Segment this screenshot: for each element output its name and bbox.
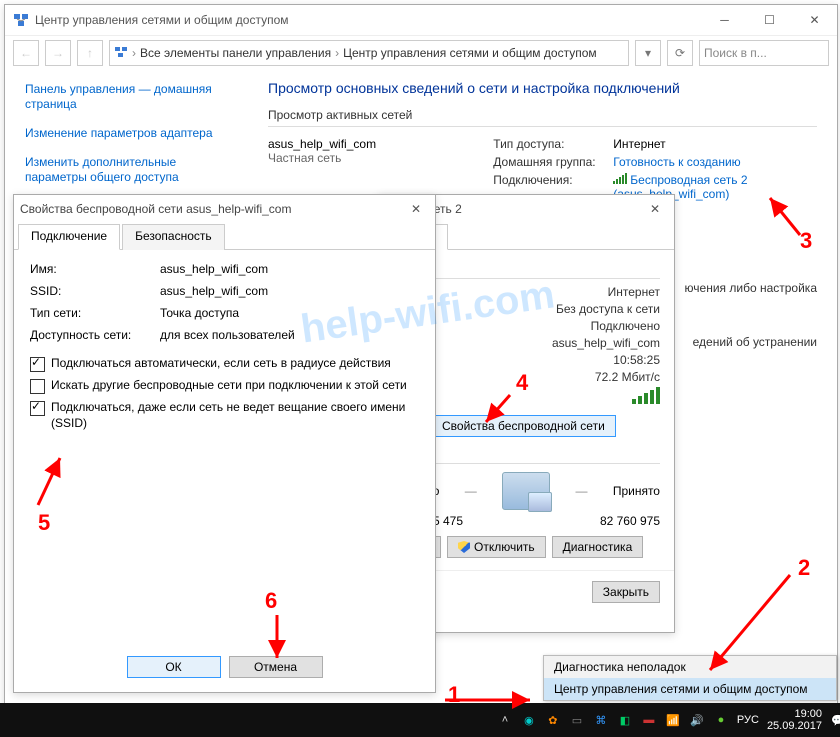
sidebar-link-home[interactable]: Панель управления — домашняя страница bbox=[25, 82, 230, 112]
availability-label: Доступность сети: bbox=[30, 328, 160, 342]
sidebar-link-adapter[interactable]: Изменение параметров адаптера bbox=[25, 126, 230, 141]
wifi-signal-icon bbox=[613, 173, 627, 184]
cancel-button[interactable]: Отмена bbox=[229, 656, 323, 678]
tray-volume-icon[interactable]: 🔊 bbox=[689, 712, 705, 728]
tray-language[interactable]: РУС bbox=[737, 714, 759, 726]
tray-app-icon[interactable]: ● bbox=[713, 712, 729, 728]
close-button[interactable]: Закрыть bbox=[592, 581, 660, 603]
duration-value: 10:58:25 bbox=[613, 353, 660, 367]
disable-button[interactable]: Отключить bbox=[447, 536, 546, 558]
dialog-title: Свойства беспроводной сети asus_help-wif… bbox=[20, 202, 403, 216]
maximize-button[interactable]: ☐ bbox=[747, 5, 792, 35]
media-state: Подключено bbox=[591, 319, 660, 333]
page-heading: Просмотр основных сведений о сети и наст… bbox=[268, 80, 817, 96]
tray-notifications-icon[interactable]: 💬 bbox=[830, 712, 840, 728]
signal-quality-icon bbox=[632, 387, 660, 404]
ssid-value: asus_help_wifi_com bbox=[160, 284, 419, 298]
tray-app-icon[interactable]: ◉ bbox=[521, 712, 537, 728]
history-dropdown[interactable]: ▾ bbox=[635, 40, 661, 66]
tab-connection[interactable]: Подключение bbox=[18, 224, 120, 250]
window-title: Центр управления сетями и общим доступом bbox=[35, 13, 702, 27]
availability-value: для всех пользователей bbox=[160, 328, 419, 342]
monitors-icon bbox=[502, 472, 550, 510]
checkbox-autoconnect-label: Подключаться автоматически, если сеть в … bbox=[51, 356, 391, 372]
close-icon[interactable]: ✕ bbox=[642, 198, 668, 220]
diagnose-button[interactable]: Диагностика bbox=[552, 536, 644, 558]
search-input[interactable]: Поиск в п... bbox=[699, 40, 829, 66]
breadcrumb[interactable]: › Все элементы панели управления › Центр… bbox=[109, 40, 629, 66]
checkbox-autoconnect[interactable] bbox=[30, 357, 45, 372]
back-button[interactable]: ← bbox=[13, 40, 39, 66]
checkbox-lookother-label: Искать другие беспроводные сети при подк… bbox=[51, 378, 407, 394]
access-type-value: Интернет bbox=[613, 137, 817, 151]
network-name: asus_help_wifi_com bbox=[268, 137, 493, 151]
tray-context-menu: Диагностика неполадок Центр управления с… bbox=[543, 655, 837, 701]
close-button[interactable]: ✕ bbox=[792, 5, 837, 35]
wireless-properties-button[interactable]: Свойства беспроводной сети bbox=[431, 415, 616, 437]
wireless-properties-dialog: Свойства беспроводной сети asus_help-wif… bbox=[13, 194, 436, 693]
shield-icon bbox=[458, 541, 470, 553]
homegroup-label: Домашняя группа: bbox=[493, 155, 613, 169]
access-type-label: Тип доступа: bbox=[493, 137, 613, 151]
ssid-value: asus_help_wifi_com bbox=[552, 336, 660, 350]
checkbox-hiddenssid-label: Подключаться, даже если сеть не ведет ве… bbox=[51, 400, 419, 431]
titlebar: Центр управления сетями и общим доступом… bbox=[5, 5, 837, 36]
speed-value: 72.2 Мбит/с bbox=[595, 370, 660, 384]
ok-button[interactable]: ОК bbox=[127, 656, 221, 678]
tray-app-icon[interactable]: ✿ bbox=[545, 712, 561, 728]
menu-item-troubleshoot[interactable]: Диагностика неполадок bbox=[544, 656, 836, 678]
nettype-label: Тип сети: bbox=[30, 306, 160, 320]
network-type: Частная сеть bbox=[268, 151, 493, 165]
homegroup-link[interactable]: Готовность к созданию bbox=[613, 155, 740, 169]
breadcrumb-item[interactable]: Все элементы панели управления bbox=[140, 46, 331, 60]
tray-app-icon[interactable]: ◧ bbox=[617, 712, 633, 728]
tray-app-icon[interactable]: ▭ bbox=[569, 712, 585, 728]
minimize-button[interactable]: ─ bbox=[702, 5, 747, 35]
tray-network-icon[interactable]: 📶 bbox=[665, 712, 681, 728]
tray-up-icon[interactable]: ˄ bbox=[497, 712, 513, 728]
tray-app-icon[interactable]: ▬ bbox=[641, 712, 657, 728]
tab-security[interactable]: Безопасность bbox=[122, 224, 225, 250]
up-button[interactable]: ↑ bbox=[77, 40, 103, 66]
menu-item-network-center[interactable]: Центр управления сетями и общим доступом bbox=[544, 678, 836, 700]
checkbox-hiddenssid[interactable] bbox=[30, 401, 45, 416]
close-icon[interactable]: ✕ bbox=[403, 198, 429, 220]
bytes-received: 82 760 975 bbox=[590, 514, 660, 528]
tray-bluetooth-icon[interactable]: ⌘ bbox=[593, 712, 609, 728]
taskbar: ˄ ◉ ✿ ▭ ⌘ ◧ ▬ 📶 🔊 ● РУС 19:00 25.09.2017… bbox=[0, 703, 840, 737]
forward-button[interactable]: → bbox=[45, 40, 71, 66]
chevron-right-icon: › bbox=[132, 46, 136, 60]
checkbox-lookother[interactable] bbox=[30, 379, 45, 394]
received-label: Принято bbox=[613, 484, 660, 498]
breadcrumb-item[interactable]: Центр управления сетями и общим доступом bbox=[343, 46, 597, 60]
ipv6-connectivity: Без доступа к сети bbox=[556, 302, 660, 316]
sidebar-link-sharing[interactable]: Изменить дополнительные параметры общего… bbox=[25, 155, 230, 185]
refresh-button[interactable]: ⟳ bbox=[667, 40, 693, 66]
section-label: Просмотр активных сетей bbox=[268, 108, 817, 122]
tray-clock[interactable]: 19:00 25.09.2017 bbox=[767, 708, 822, 732]
breadcrumb-icon bbox=[114, 45, 128, 62]
network-center-icon bbox=[13, 12, 29, 28]
chevron-right-icon: › bbox=[335, 46, 339, 60]
ssid-label: SSID: bbox=[30, 284, 160, 298]
name-value: asus_help_wifi_com bbox=[160, 262, 419, 276]
ipv4-connectivity: Интернет bbox=[608, 285, 660, 299]
nettype-value: Точка доступа bbox=[160, 306, 419, 320]
address-bar: ← → ↑ › Все элементы панели управления ›… bbox=[5, 36, 837, 70]
name-label: Имя: bbox=[30, 262, 160, 276]
